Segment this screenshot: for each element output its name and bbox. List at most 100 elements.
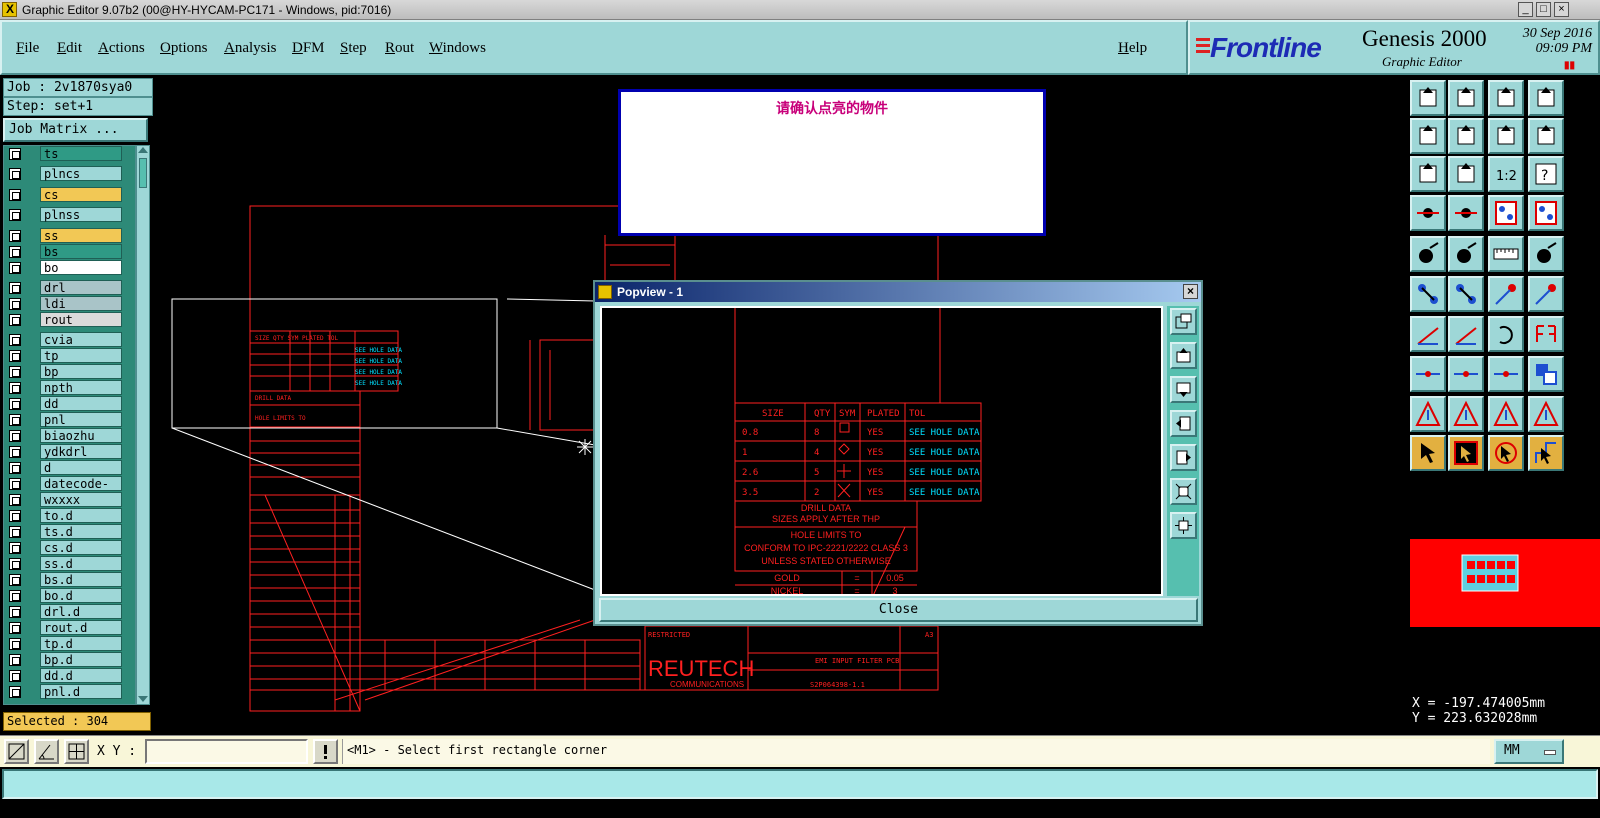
layer-row[interactable]: bs — [4, 244, 135, 260]
layer-row[interactable]: d — [4, 460, 135, 476]
layer-checkbox[interactable] — [9, 246, 21, 258]
copy-tool-button[interactable] — [1528, 356, 1564, 392]
layer-checkbox[interactable] — [9, 430, 21, 442]
layer-row[interactable]: pnl.d — [4, 684, 135, 700]
resize-tool-button[interactable] — [1488, 356, 1524, 392]
popview-pan-right-button[interactable] — [1170, 444, 1197, 471]
menu-dfm[interactable]: DFM — [292, 40, 325, 57]
layer-checkbox[interactable] — [9, 590, 21, 602]
popview-canvas[interactable]: SIZE QTY SYM PLATED TOL 0.8 8 YES SEE HOLE DATA 1… — [600, 306, 1163, 596]
layer-name[interactable]: plncs — [40, 166, 122, 181]
layer-name[interactable]: rout.d — [40, 620, 122, 635]
layer-row[interactable]: ts — [4, 146, 135, 162]
layer-name[interactable]: bo — [40, 260, 122, 275]
layer-name[interactable]: wxxxx — [40, 492, 122, 507]
layer-name[interactable]: cs.d — [40, 540, 122, 555]
layer-row[interactable]: tp — [4, 348, 135, 364]
delete-node-tool-button[interactable] — [1448, 276, 1484, 312]
popview-pan-down-button[interactable] — [1170, 376, 1197, 403]
triangle-c-tool-button[interactable] — [1488, 396, 1524, 432]
xy-input[interactable] — [145, 739, 308, 764]
snap-s-tool-button[interactable] — [1528, 118, 1564, 154]
layer-checkbox[interactable] — [9, 686, 21, 698]
layer-name[interactable]: pnl — [40, 412, 122, 427]
arc-tool-button[interactable] — [1488, 316, 1524, 352]
alert-button[interactable] — [313, 739, 338, 764]
layer-name[interactable]: bp.d — [40, 652, 122, 667]
layer-name[interactable]: ts.d — [40, 524, 122, 539]
layer-checkbox[interactable] — [9, 314, 21, 326]
layer-scrollbar[interactable] — [136, 145, 150, 705]
job-matrix-button[interactable]: Job Matrix ... — [3, 118, 148, 142]
grid-mode-button[interactable] — [64, 739, 89, 764]
layer-name[interactable]: bs — [40, 244, 122, 259]
layer-name[interactable]: rout — [40, 312, 122, 327]
layer-row[interactable]: bp — [4, 364, 135, 380]
scroll-thumb[interactable] — [139, 158, 147, 188]
layer-row[interactable]: to.d — [4, 508, 135, 524]
select-net-tool-button[interactable] — [1488, 435, 1524, 471]
menu-windows[interactable]: Windows — [429, 40, 486, 57]
layer-row[interactable]: ldi — [4, 296, 135, 312]
layer-checkbox[interactable] — [9, 230, 21, 242]
layer-checkbox[interactable] — [9, 382, 21, 394]
add-pad-tool-button[interactable] — [1410, 236, 1446, 272]
popview-pan-left-button[interactable] — [1170, 410, 1197, 437]
layer-row[interactable]: dd.d — [4, 668, 135, 684]
overview-map[interactable] — [1408, 473, 1600, 688]
layer-name[interactable]: drl.d — [40, 604, 122, 619]
layer-name[interactable]: drl — [40, 280, 122, 295]
minimize-button[interactable]: _ — [1518, 2, 1533, 17]
add-line-tool-button[interactable] — [1448, 236, 1484, 272]
layer-checkbox[interactable] — [9, 494, 21, 506]
layer-row[interactable]: drl.d — [4, 604, 135, 620]
layer-row[interactable]: bs.d — [4, 572, 135, 588]
layer-checkbox[interactable] — [9, 606, 21, 618]
layer-checkbox[interactable] — [9, 398, 21, 410]
home-tool-button[interactable] — [1488, 80, 1524, 116]
layer-row[interactable]: bo — [4, 260, 135, 276]
select-tool-button[interactable] — [1410, 435, 1446, 471]
layer-checkbox[interactable] — [9, 462, 21, 474]
layer-row[interactable]: cs — [4, 187, 135, 203]
popview-zoom-out-button[interactable] — [1170, 512, 1197, 539]
layer-name[interactable]: datecode-to — [40, 476, 122, 505]
snap-point-tool-button[interactable] — [1410, 356, 1446, 392]
popview-zoom-in-button[interactable] — [1170, 478, 1197, 505]
units-selector[interactable]: MM — [1494, 739, 1564, 764]
ratio-tool-button[interactable]: 1:2 — [1488, 156, 1524, 192]
layer-row[interactable]: dd — [4, 396, 135, 412]
move-point-tool-button[interactable] — [1528, 276, 1564, 312]
layer-row[interactable]: pnl — [4, 412, 135, 428]
layer-checkbox[interactable] — [9, 350, 21, 362]
menu-options[interactable]: Options — [160, 40, 208, 57]
layer-name[interactable]: bs.d — [40, 572, 122, 587]
triangle-b-tool-button[interactable] — [1448, 396, 1484, 432]
layer-name[interactable]: to.d — [40, 508, 122, 523]
popview-pan-up-button[interactable] — [1170, 342, 1197, 369]
split-line-tool-button[interactable] — [1448, 356, 1484, 392]
layer-checkbox[interactable] — [9, 262, 21, 274]
zoom-corner-tool-button[interactable] — [1528, 80, 1564, 116]
home-top-tool-button[interactable] — [1410, 80, 1446, 116]
angle-mode-button[interactable] — [34, 739, 59, 764]
layer-checkbox[interactable] — [9, 526, 21, 538]
popview-titlebar[interactable]: Popview - 1 × — [595, 282, 1201, 302]
layer-row[interactable]: cs.d — [4, 540, 135, 556]
layer-row[interactable]: bo.d — [4, 588, 135, 604]
measure-tool-button[interactable] — [1410, 195, 1446, 231]
scroll-up-icon[interactable] — [138, 147, 148, 153]
triangle-a-tool-button[interactable] — [1410, 396, 1446, 432]
layer-name[interactable]: ss.d — [40, 556, 122, 571]
menu-rout[interactable]: Rout — [385, 40, 414, 57]
add-point-tool-button[interactable] — [1488, 276, 1524, 312]
flip-tool-button[interactable] — [1528, 316, 1564, 352]
layer-row[interactable]: biaozhu — [4, 428, 135, 444]
layer-name[interactable]: cs — [40, 187, 122, 202]
layer-row[interactable]: ss.d — [4, 556, 135, 572]
fit-center-tool-button[interactable] — [1448, 156, 1484, 192]
layer-row[interactable]: cvia — [4, 332, 135, 348]
layer-checkbox[interactable] — [9, 622, 21, 634]
menu-help[interactable]: Help — [1118, 40, 1147, 57]
scroll-down-icon[interactable] — [138, 696, 148, 702]
